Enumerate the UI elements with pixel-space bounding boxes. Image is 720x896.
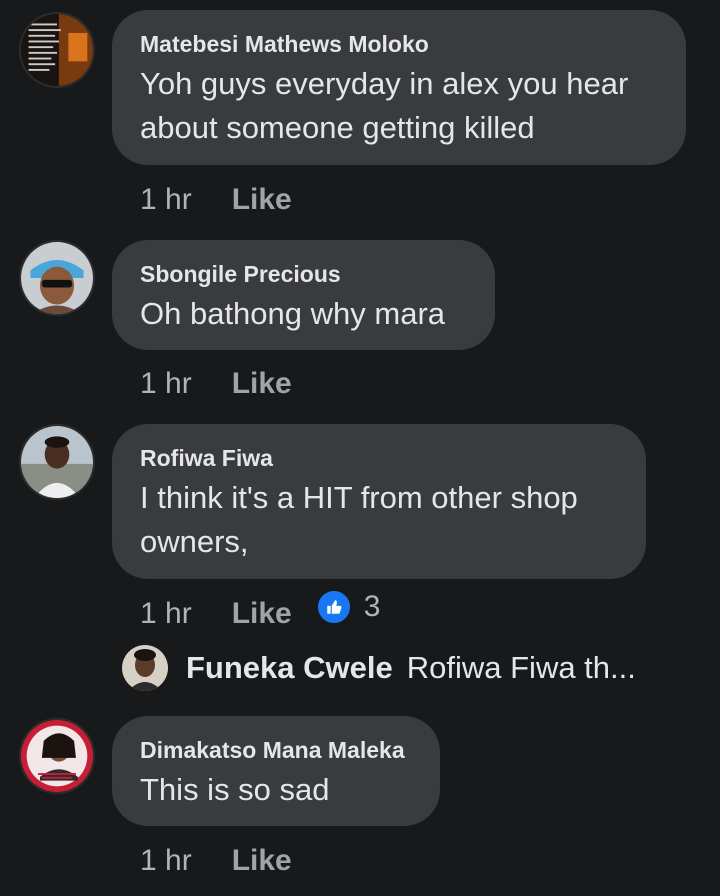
commenter-name[interactable]: Sbongile Precious (140, 260, 467, 288)
avatar-dimakatso[interactable] (19, 718, 95, 794)
avatar-funeka[interactable] (122, 645, 168, 691)
commenter-name[interactable]: Rofiwa Fiwa (140, 444, 618, 472)
comment-bubble[interactable]: Sbongile Precious Oh bathong why mara (112, 240, 495, 350)
comment-timestamp[interactable]: 1 hr (140, 596, 192, 632)
reply-preview[interactable]: Funeka Cwele Rofiwa Fiwa th... (122, 645, 636, 691)
comment-text: I think it's a HIT from other shop owner… (140, 476, 618, 564)
commenter-name[interactable]: Dimakatso Mana Maleka (140, 736, 412, 764)
comment-timestamp[interactable]: 1 hr (140, 182, 192, 218)
comment-actions: 1 hr Like (140, 366, 292, 402)
comments-section: Matebesi Mathews Moloko Yoh guys everyda… (0, 0, 720, 896)
avatar-matebesi[interactable] (19, 12, 95, 88)
reply-author-name[interactable]: Funeka Cwele (186, 650, 393, 686)
comment-text-line: I think it's a HIT from other shop (140, 480, 578, 515)
comment-bubble[interactable]: Dimakatso Mana Maleka This is so sad (112, 716, 440, 826)
comment-timestamp[interactable]: 1 hr (140, 366, 192, 402)
like-button[interactable]: Like (232, 843, 292, 879)
comment-timestamp[interactable]: 1 hr (140, 843, 192, 879)
commenter-name[interactable]: Matebesi Mathews Moloko (140, 30, 658, 58)
like-button[interactable]: Like (232, 366, 292, 402)
comment-text-line: owners, (140, 524, 249, 559)
comment-actions: 1 hr Like 3 (140, 589, 380, 632)
comment-actions: 1 hr Like (140, 182, 292, 218)
comment-text: This is so sad (140, 768, 412, 812)
comment-text-line: Yoh guys everyday in alex you hear (140, 66, 629, 101)
comment-text: Yoh guys everyday in alex you hear about… (140, 62, 658, 150)
like-reaction-icon (315, 589, 352, 625)
reactions-summary[interactable]: 3 (315, 589, 381, 625)
comment-text-line: Oh bathong why mara (140, 296, 446, 331)
comment-text-line: about someone getting killed (140, 110, 535, 145)
comment-bubble[interactable]: Rofiwa Fiwa I think it's a HIT from othe… (112, 424, 646, 579)
reply-text: Rofiwa Fiwa th... (406, 650, 636, 685)
like-button[interactable]: Like (232, 182, 292, 218)
avatar-sbongile[interactable] (19, 240, 95, 316)
reaction-count: 3 (363, 590, 381, 623)
comment-text-line: This is so sad (140, 772, 330, 807)
avatar-rofiwa[interactable] (19, 424, 95, 500)
comment-bubble[interactable]: Matebesi Mathews Moloko Yoh guys everyda… (112, 10, 686, 165)
comment-text: Oh bathong why mara (140, 292, 467, 336)
like-button[interactable]: Like (232, 596, 292, 632)
comment-actions: 1 hr Like (140, 843, 292, 879)
